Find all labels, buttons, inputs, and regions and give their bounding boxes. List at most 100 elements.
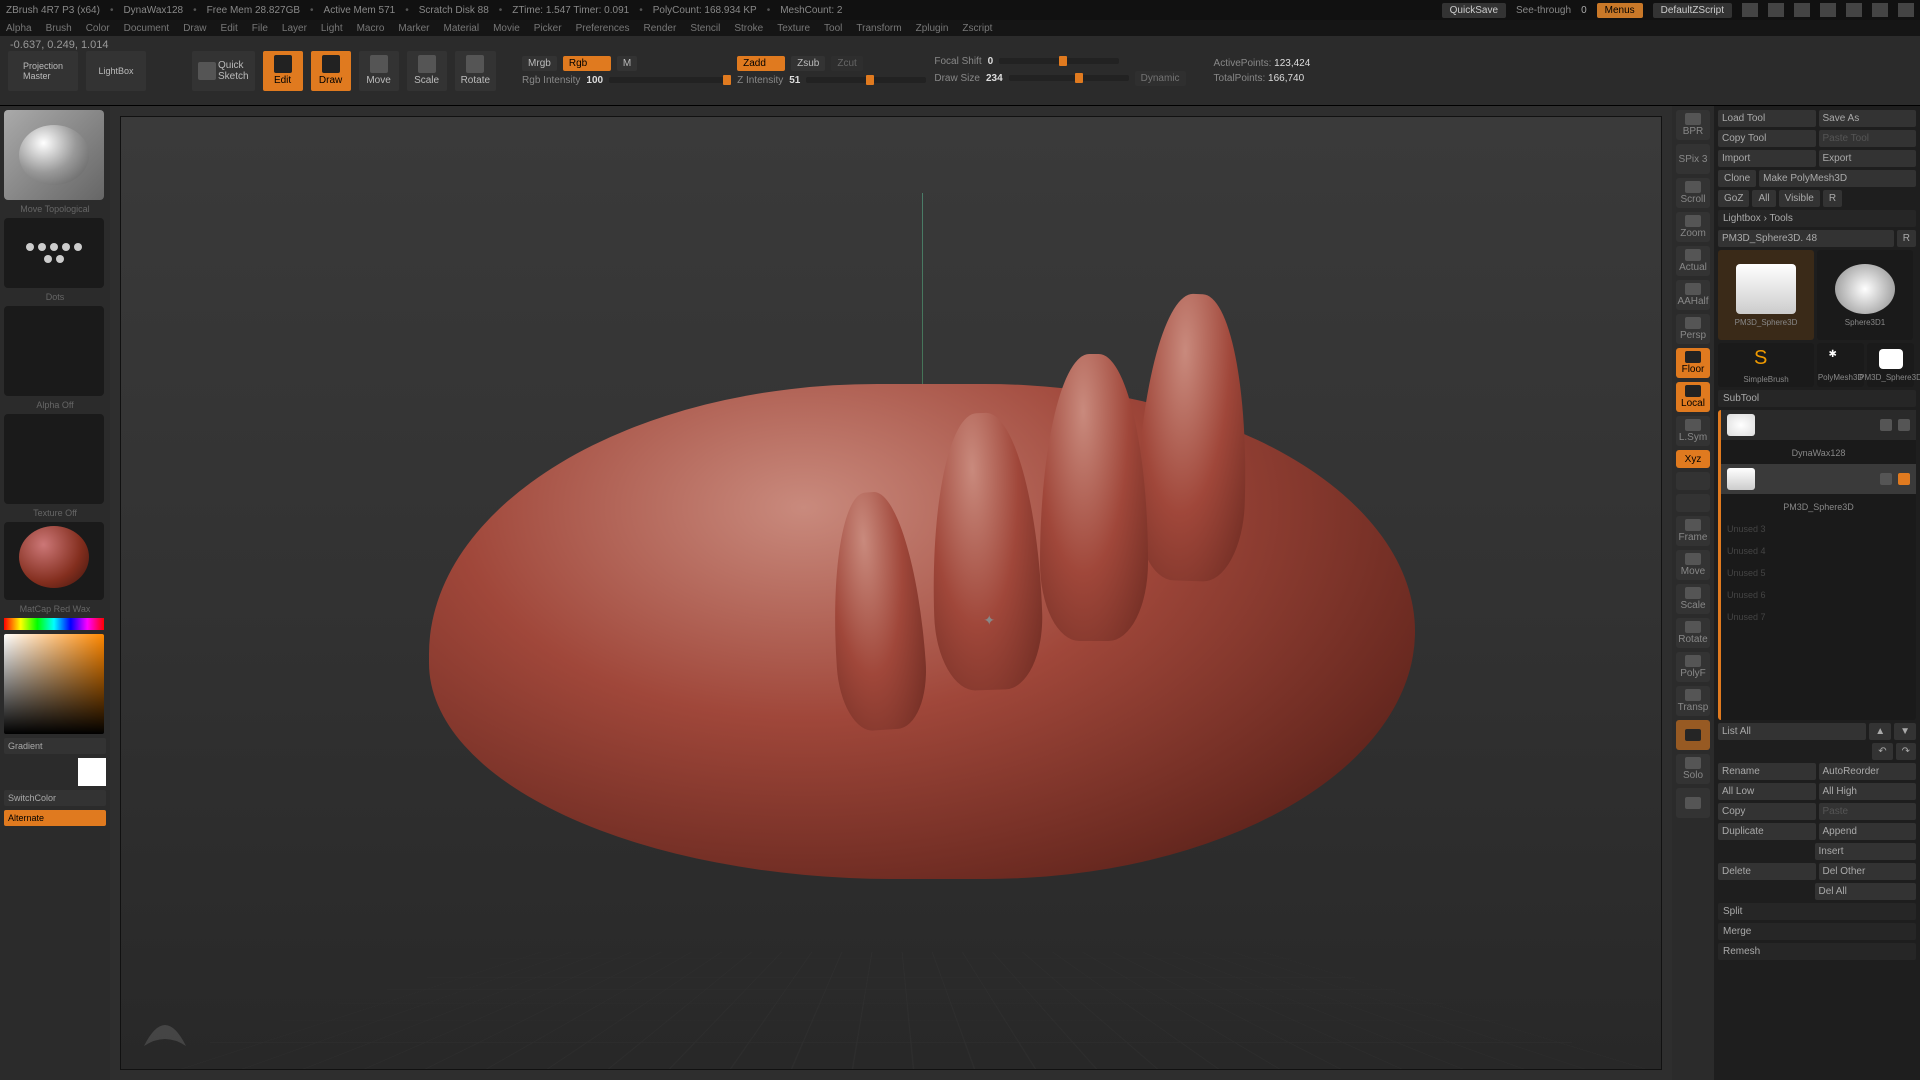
subtool-header[interactable]: SubTool [1718, 390, 1916, 407]
menu-item[interactable]: Color [86, 23, 110, 34]
local-button[interactable]: Local [1676, 382, 1710, 412]
linefill-button[interactable]: PolyF [1676, 652, 1710, 682]
xpose-button[interactable] [1676, 788, 1710, 818]
menu-item[interactable]: Draw [183, 23, 206, 34]
arrow-down-icon[interactable]: ▼ [1894, 723, 1916, 740]
menu-item[interactable]: Movie [493, 23, 520, 34]
spix-button[interactable]: SPix 3 [1676, 144, 1710, 174]
menu-item[interactable]: Tool [824, 23, 842, 34]
subtool-item[interactable] [1721, 410, 1916, 440]
menu-item[interactable]: Alpha [6, 23, 32, 34]
bpr-button[interactable]: BPR [1676, 110, 1710, 140]
ghost-button[interactable] [1676, 720, 1710, 750]
draw-size-slider[interactable] [1009, 75, 1129, 81]
menu-item[interactable]: Zscript [962, 23, 992, 34]
tool-thumb[interactable]: PM3D_Sphere3D [1718, 250, 1814, 340]
switch-color-button[interactable]: SwitchColor [4, 790, 106, 806]
make-polymesh-button[interactable]: Make PolyMesh3D [1759, 170, 1916, 187]
menu-item[interactable]: Texture [777, 23, 810, 34]
mrgb-button[interactable]: Mrgb [522, 56, 557, 71]
list-all-button[interactable]: List All [1718, 723, 1866, 740]
arrow-up-icon[interactable]: ▲ [1869, 723, 1891, 740]
delete-button[interactable]: Delete [1718, 863, 1816, 880]
gradient-button[interactable]: Gradient [4, 738, 106, 754]
dynamic-button[interactable]: Dynamic [1135, 71, 1186, 86]
eye-icon[interactable] [1880, 473, 1892, 485]
del-other-button[interactable]: Del Other [1819, 863, 1917, 880]
win-icon-4[interactable] [1820, 3, 1836, 17]
tool-thumb[interactable]: PM3D_Sphere3D [1867, 343, 1914, 387]
all-high-button[interactable]: All High [1819, 783, 1917, 800]
goz-button[interactable]: GoZ [1718, 190, 1749, 207]
menus-button[interactable]: Menus [1597, 3, 1643, 18]
st-copy-button[interactable]: Copy [1718, 803, 1816, 820]
scale-button[interactable]: Scale [407, 51, 447, 91]
win-icon-2[interactable] [1768, 3, 1784, 17]
subtool-item[interactable] [1721, 464, 1916, 494]
xyz-button[interactable]: Xyz [1676, 450, 1710, 468]
stroke-preview[interactable] [4, 218, 104, 288]
menu-item[interactable]: Stroke [734, 23, 763, 34]
z-intensity-slider[interactable] [806, 77, 926, 83]
shelf-small-2[interactable] [1676, 494, 1710, 512]
rename-button[interactable]: Rename [1718, 763, 1816, 780]
zoom-button[interactable]: Zoom [1676, 212, 1710, 242]
menu-item[interactable]: File [252, 23, 268, 34]
lightbox-button[interactable]: LightBox [86, 51, 146, 91]
shelf-move-button[interactable]: Move [1676, 550, 1710, 580]
menu-item[interactable]: Layer [282, 23, 307, 34]
texture-preview[interactable] [4, 414, 104, 504]
close-button[interactable] [1898, 3, 1914, 17]
color-picker[interactable] [4, 634, 104, 734]
duplicate-button[interactable]: Duplicate [1718, 823, 1816, 840]
eye-icon[interactable] [1880, 419, 1892, 431]
append-button[interactable]: Append [1819, 823, 1917, 840]
zadd-button[interactable]: Zadd [737, 56, 785, 71]
tool-thumb[interactable]: ✱PolyMesh3D [1817, 343, 1864, 387]
canvas[interactable]: ✦ [120, 116, 1662, 1070]
lsym-button[interactable]: L.Sym [1676, 416, 1710, 446]
transp-button[interactable]: Transp [1676, 686, 1710, 716]
goz-visible-button[interactable]: Visible [1779, 190, 1820, 207]
zcut-button[interactable]: Zcut [831, 56, 862, 71]
autoreorder-button[interactable]: AutoReorder [1819, 763, 1917, 780]
tool-thumb[interactable]: SSimpleBrush [1718, 343, 1814, 387]
frame-button[interactable]: Frame [1676, 516, 1710, 546]
goz-all-button[interactable]: All [1752, 190, 1775, 207]
win-icon-1[interactable] [1742, 3, 1758, 17]
paste-tool-button[interactable]: Paste Tool [1819, 130, 1917, 147]
draw-button[interactable]: Draw [311, 51, 351, 91]
edit-button[interactable]: Edit [263, 51, 303, 91]
remesh-section[interactable]: Remesh [1718, 943, 1916, 960]
split-section[interactable]: Split [1718, 903, 1916, 920]
tool-thumb[interactable]: Sphere3D1 [1817, 250, 1913, 340]
brush-icon[interactable] [1898, 473, 1910, 485]
quick-sketch-button[interactable]: Quick Sketch [192, 51, 255, 91]
rotate-button[interactable]: Rotate [455, 51, 496, 91]
script-button[interactable]: DefaultZScript [1653, 3, 1732, 18]
menu-item[interactable]: Marker [398, 23, 429, 34]
st-paste-button[interactable]: Paste [1819, 803, 1917, 820]
merge-section[interactable]: Merge [1718, 923, 1916, 940]
shelf-small-1[interactable] [1676, 472, 1710, 490]
alpha-preview[interactable] [4, 306, 104, 396]
move-button[interactable]: Move [359, 51, 399, 91]
menu-item[interactable]: Material [444, 23, 480, 34]
secondary-color[interactable] [78, 758, 106, 786]
menu-item[interactable]: Brush [46, 23, 72, 34]
clone-button[interactable]: Clone [1718, 170, 1756, 187]
menu-item[interactable]: Render [644, 23, 677, 34]
brush-preview[interactable] [4, 110, 104, 200]
import-button[interactable]: Import [1718, 150, 1816, 167]
zsub-button[interactable]: Zsub [791, 56, 825, 71]
alternate-button[interactable]: Alternate [4, 810, 106, 826]
move-up-icon[interactable]: ↶ [1872, 743, 1892, 760]
aahalf-button[interactable]: AAHalf [1676, 280, 1710, 310]
persp-button[interactable]: Persp [1676, 314, 1710, 344]
material-preview[interactable] [4, 522, 104, 600]
rgb-button[interactable]: Rgb [563, 56, 611, 71]
shelf-rotate-button[interactable]: Rotate [1676, 618, 1710, 648]
hue-strip[interactable] [4, 618, 104, 630]
scroll-button[interactable]: Scroll [1676, 178, 1710, 208]
solo-button[interactable]: Solo [1676, 754, 1710, 784]
